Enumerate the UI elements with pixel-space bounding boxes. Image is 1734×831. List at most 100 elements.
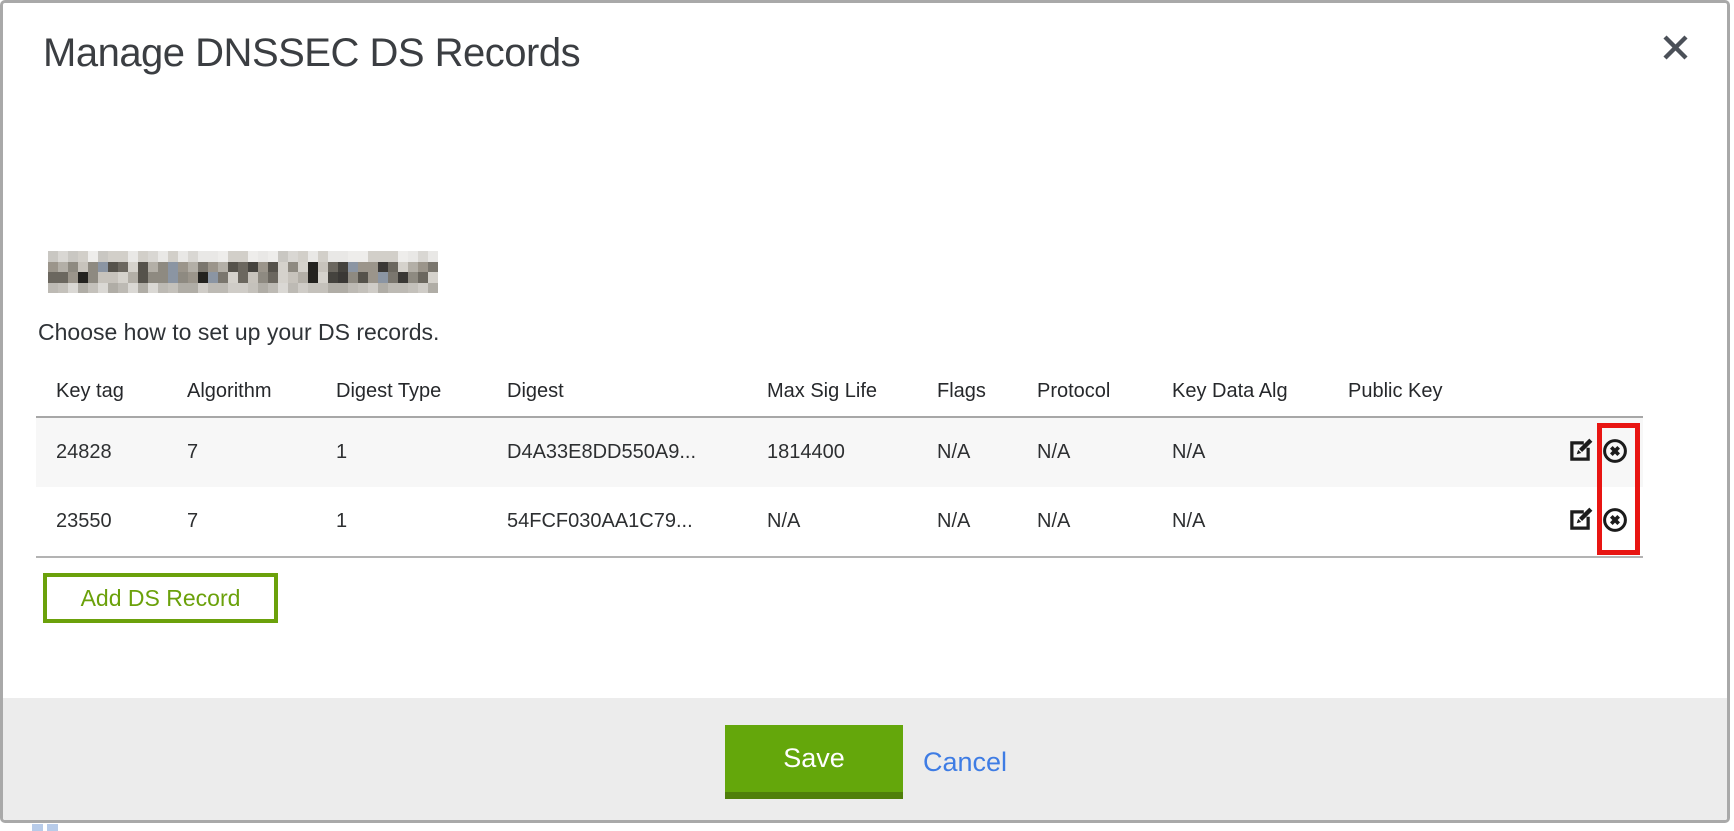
cancel-link[interactable]: Cancel — [923, 747, 1007, 778]
redaction-pixel — [198, 272, 208, 283]
redaction-pixel — [198, 251, 208, 262]
redaction-pixel — [428, 262, 438, 273]
redaction-pixel — [348, 251, 358, 262]
redaction-pixel — [378, 262, 388, 273]
redaction-pixel — [298, 272, 308, 283]
redaction-pixel — [368, 262, 378, 273]
redaction-pixel — [208, 251, 218, 262]
redaction-pixel — [398, 283, 408, 294]
redaction-pixel — [238, 262, 248, 273]
delete-record-button[interactable] — [1602, 509, 1628, 535]
redaction-pixel — [158, 272, 168, 283]
redaction-pixel — [338, 272, 348, 283]
redaction-pixel — [308, 251, 318, 262]
table-body: 24828 7 1 D4A33E8DD550A9... 1814400 N/A … — [36, 418, 1643, 558]
page-title: Manage DNSSEC DS Records — [43, 31, 580, 76]
add-ds-record-button[interactable]: Add DS Record — [43, 573, 278, 623]
redaction-pixel — [118, 272, 128, 283]
cell-key-tag: 23550 — [56, 510, 187, 533]
redaction-pixel — [128, 283, 138, 294]
redaction-pixel — [328, 272, 338, 283]
redaction-pixel — [418, 283, 428, 294]
redaction-pixel — [198, 262, 208, 273]
redaction-pixel — [428, 251, 438, 262]
redaction-pixel — [288, 262, 298, 273]
edit-record-button[interactable] — [1567, 509, 1593, 535]
col-header-key-tag: Key tag — [56, 380, 187, 416]
redaction-pixel — [58, 251, 68, 262]
cell-digest: D4A33E8DD550A9... — [507, 441, 767, 464]
cell-key-data-alg: N/A — [1172, 510, 1348, 533]
redaction-pixel — [78, 251, 88, 262]
redaction-pixel — [328, 283, 338, 294]
redaction-pixel — [308, 283, 318, 294]
row-actions — [1551, 509, 1643, 535]
redaction-pixel — [418, 251, 428, 262]
redaction-pixel — [158, 283, 168, 294]
redaction-pixel — [318, 262, 328, 273]
cell-algorithm: 7 — [187, 441, 336, 464]
redaction-pixel — [418, 272, 428, 283]
col-header-protocol: Protocol — [1037, 380, 1172, 416]
cell-max-sig-life: 1814400 — [767, 441, 937, 464]
redaction-pixel — [378, 272, 388, 283]
redaction-pixel — [168, 272, 178, 283]
redaction-pixel — [118, 251, 128, 262]
redaction-pixel — [138, 251, 148, 262]
cell-key-tag: 24828 — [56, 441, 187, 464]
redaction-pixel — [128, 262, 138, 273]
edit-record-button[interactable] — [1567, 440, 1593, 466]
delete-record-button[interactable] — [1602, 440, 1628, 466]
redaction-pixel — [218, 283, 228, 294]
redaction-pixel — [228, 272, 238, 283]
col-header-digest: Digest — [507, 380, 767, 416]
redaction-pixel — [158, 251, 168, 262]
redaction-pixel — [258, 283, 268, 294]
redaction-pixel — [268, 272, 278, 283]
redaction-pixel — [358, 251, 368, 262]
redaction-pixel — [228, 283, 238, 294]
cell-digest-type: 1 — [336, 510, 507, 533]
redaction-pixel — [148, 283, 158, 294]
redaction-pixel — [188, 283, 198, 294]
redaction-pixel — [68, 251, 78, 262]
cell-protocol: N/A — [1037, 510, 1172, 533]
redaction-pixel — [248, 272, 258, 283]
redaction-pixel — [338, 262, 348, 273]
redaction-pixel — [58, 262, 68, 273]
redaction-pixel — [408, 272, 418, 283]
redaction-pixel — [318, 251, 328, 262]
redaction-pixel — [258, 272, 268, 283]
redaction-pixel — [248, 251, 258, 262]
col-header-algorithm: Algorithm — [187, 380, 336, 416]
cell-flags: N/A — [937, 441, 1037, 464]
redaction-pixel — [178, 272, 188, 283]
cell-key-data-alg: N/A — [1172, 441, 1348, 464]
cell-flags: N/A — [937, 510, 1037, 533]
redaction-pixel — [88, 283, 98, 294]
save-button[interactable]: Save — [725, 725, 903, 799]
redaction-pixel — [408, 283, 418, 294]
redaction-pixel — [328, 262, 338, 273]
redaction-pixel — [78, 262, 88, 273]
redaction-pixel — [428, 272, 438, 283]
redaction-pixel — [178, 283, 188, 294]
redaction-pixel — [278, 251, 288, 262]
redaction-pixel — [228, 262, 238, 273]
redaction-pixel — [378, 283, 388, 294]
modal-footer: Save Cancel — [3, 698, 1727, 820]
redaction-pixel — [408, 251, 418, 262]
redaction-pixel — [88, 251, 98, 262]
redaction-pixel — [228, 251, 238, 262]
redaction-pixel — [398, 262, 408, 273]
redaction-pixel — [108, 251, 118, 262]
redaction-pixel — [388, 262, 398, 273]
redaction-pixel — [218, 272, 228, 283]
redaction-pixel — [188, 262, 198, 273]
redaction-pixel — [118, 262, 128, 273]
redaction-pixel — [338, 283, 348, 294]
redaction-pixel — [398, 251, 408, 262]
redaction-pixel — [258, 251, 268, 262]
close-button[interactable] — [1656, 30, 1694, 68]
instruction-text: Choose how to set up your DS records. — [38, 319, 439, 346]
